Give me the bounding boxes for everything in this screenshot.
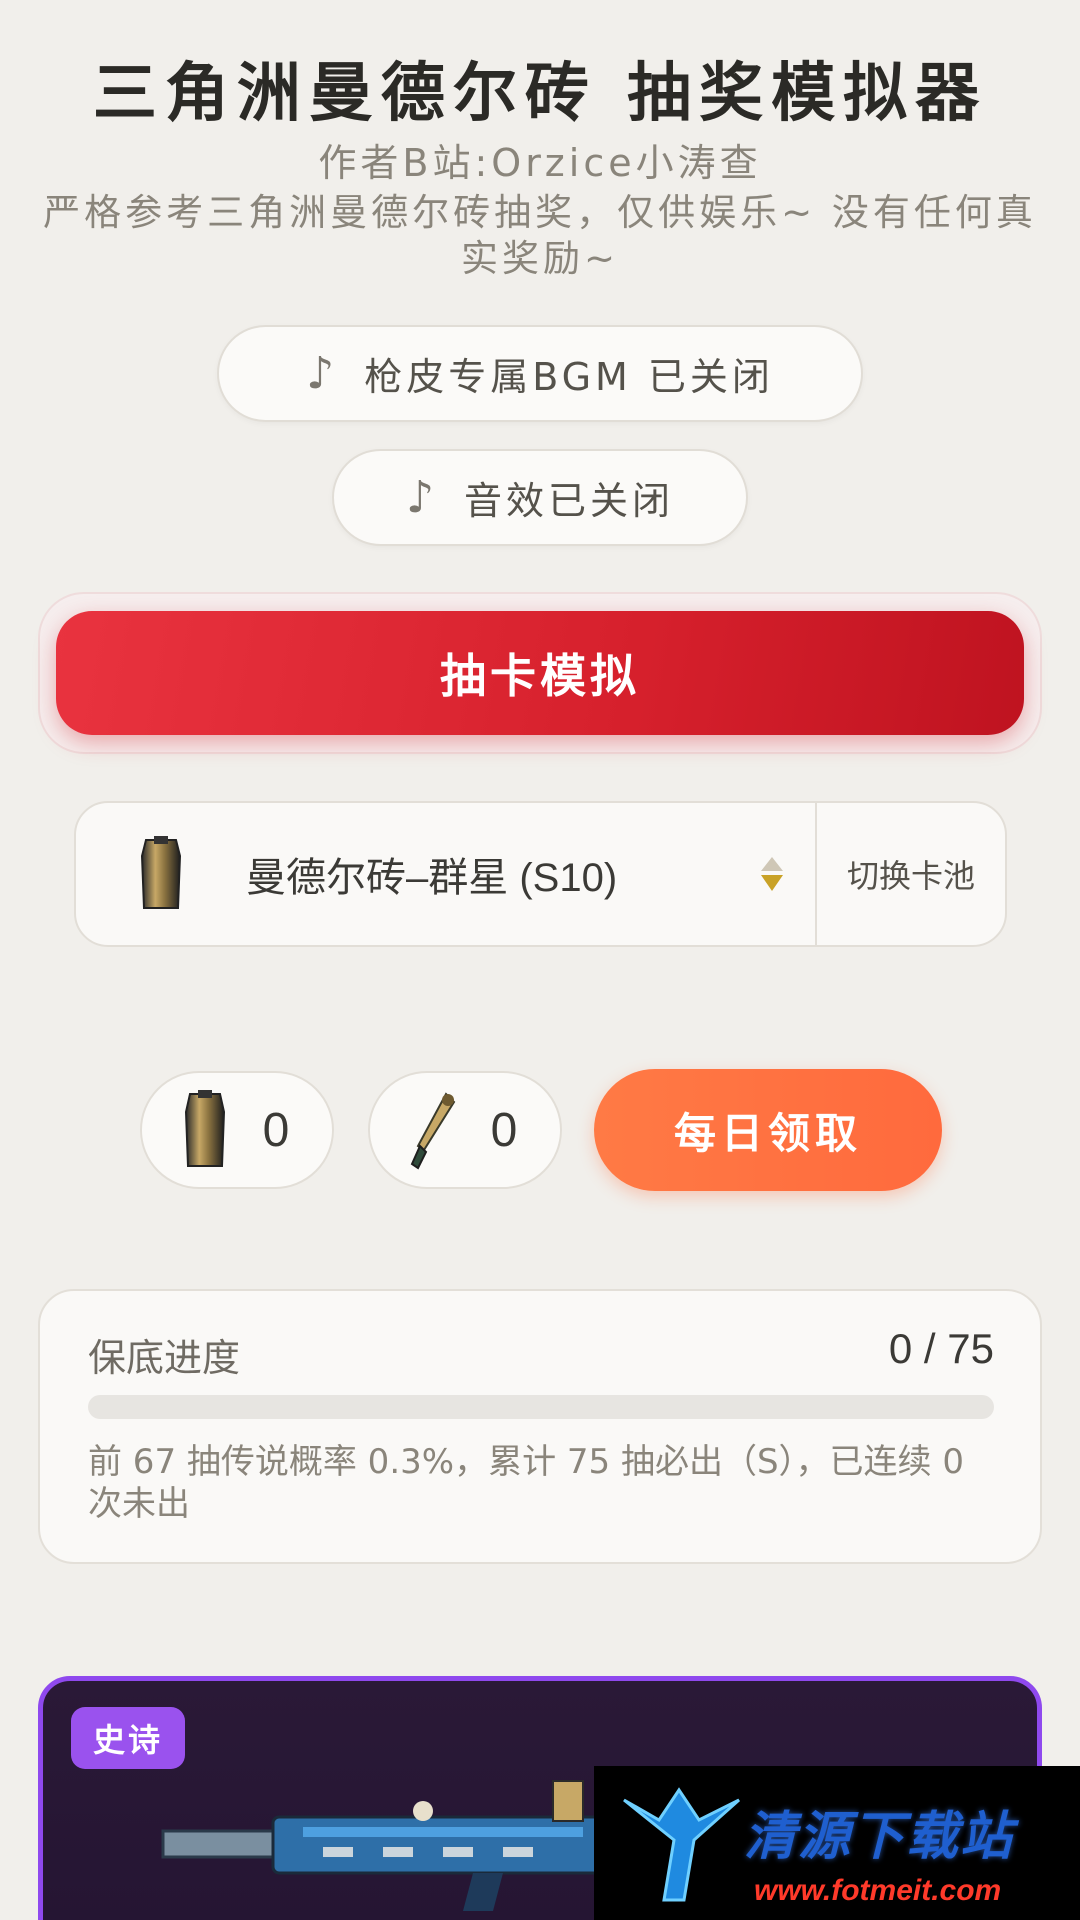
- page-title: 三角洲曼德尔砖 抽奖模拟器: [92, 57, 988, 131]
- music-note-icon: ♪: [306, 348, 339, 399]
- watermark-name: 清源下载站: [744, 1807, 1015, 1867]
- watermark: 清源下载站 www.fotmeit.com: [594, 1766, 1080, 1920]
- brick-counter: 0: [140, 1071, 334, 1189]
- sfx-toggle-button[interactable]: ♪ 音效已关闭: [332, 449, 748, 546]
- page-description: 严格参考三角洲曼德尔砖抽奖，仅供娱乐~ 没有任何真实奖励~: [43, 191, 1037, 280]
- watermark-url: www.fotmeit.com: [754, 1874, 1002, 1907]
- rarity-badge: 史诗: [71, 1707, 185, 1769]
- site-logo-icon: [623, 1787, 740, 1902]
- brick-count: 0: [262, 1103, 290, 1157]
- chevron-updown-icon: [757, 857, 787, 891]
- key-counter: 0: [368, 1071, 562, 1189]
- sfx-toggle-label: 音效已关闭: [464, 479, 675, 523]
- pool-selected-value: 曼德尔砖–群星 (S10): [246, 856, 618, 900]
- switch-pool-button[interactable]: 切换卡池: [815, 803, 1005, 945]
- draw-simulate-button[interactable]: 抽卡模拟: [56, 611, 1024, 735]
- pity-progress-card: 保底进度 0 / 75 前 67 抽传说概率 0.3%，累计 75 抽必出（S）…: [38, 1289, 1042, 1564]
- key-icon: [410, 1092, 456, 1170]
- brick-icon: [140, 836, 182, 909]
- author-credit: 作者B站:Orzice小涛查: [318, 141, 762, 185]
- pity-title: 保底进度: [88, 1336, 241, 1380]
- daily-claim-button[interactable]: 每日领取: [594, 1069, 942, 1191]
- brick-icon: [184, 1090, 226, 1167]
- bgm-toggle-button[interactable]: ♪ 枪皮专属BGM 已关闭: [217, 325, 863, 422]
- music-note-icon: ♪: [405, 472, 439, 523]
- key-count: 0: [490, 1103, 518, 1157]
- pool-selector[interactable]: 曼德尔砖–群星 (S10) 切换卡池: [74, 801, 1007, 947]
- pity-count: 0 / 75: [888, 1325, 994, 1372]
- pity-note: 前 67 抽传说概率 0.3%，累计 75 抽必出（S），已连续 0 次未出: [88, 1442, 964, 1524]
- pity-progress-bar: [88, 1395, 994, 1419]
- bgm-toggle-label: 枪皮专属BGM 已关闭: [364, 355, 774, 399]
